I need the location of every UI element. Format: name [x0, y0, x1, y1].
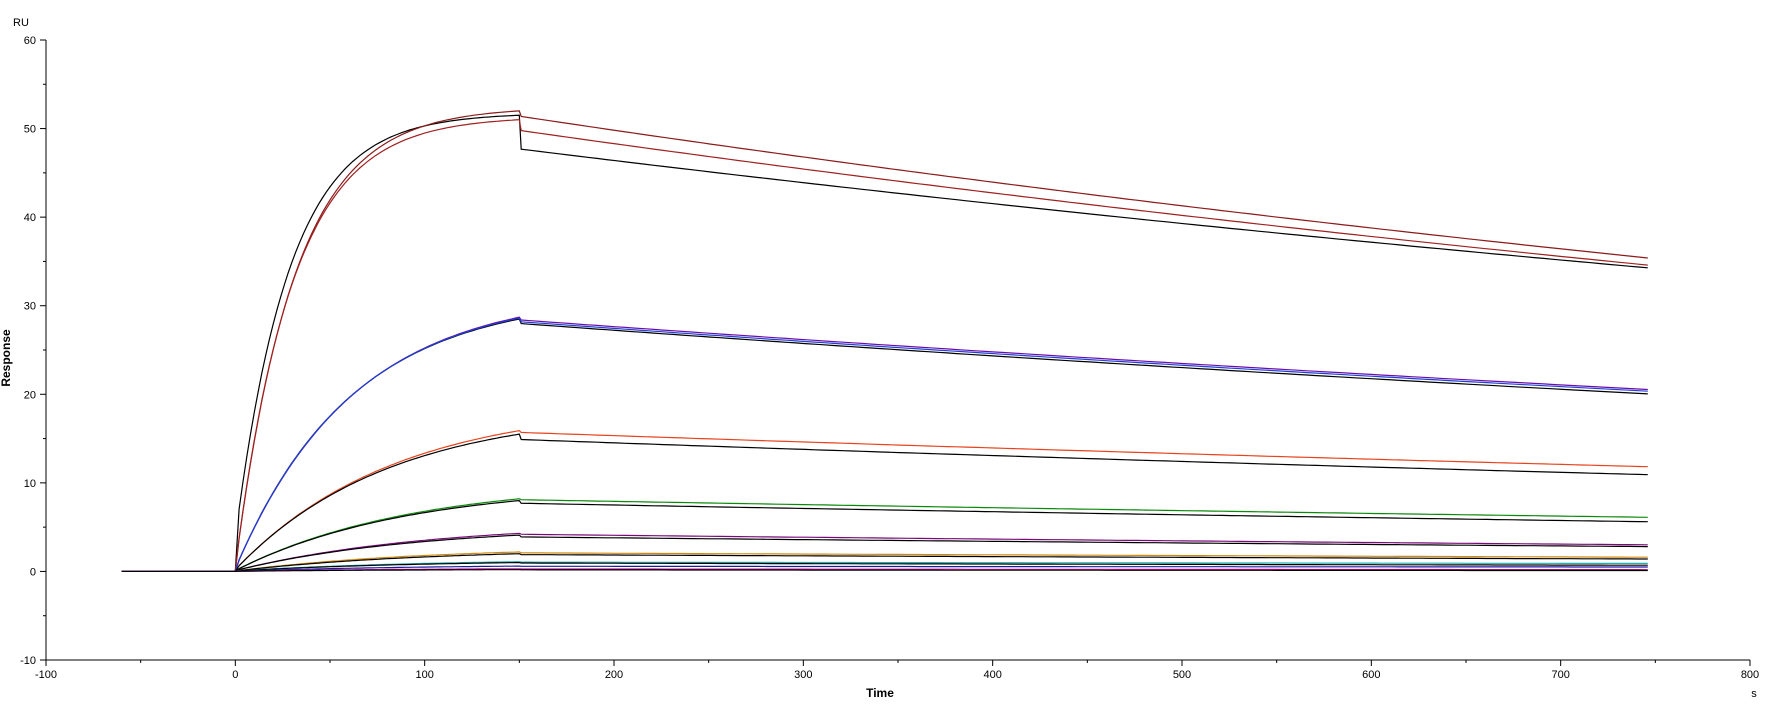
series-layer	[121, 110, 1648, 572]
y-tick-label: 0	[30, 566, 36, 578]
sensorgram-chart: -100 0 100 200 300 400 500 600 700 800-1001020304…	[0, 17, 1759, 700]
y-tick-label: 40	[24, 212, 36, 224]
x-tick-label: 100	[415, 669, 433, 681]
x-axis-title: Time	[866, 686, 894, 700]
x-tick-label: 300	[794, 669, 812, 681]
series-line-0	[121, 114, 1648, 572]
x-tick-label: 800	[1741, 669, 1759, 681]
y-tick-label: 50	[24, 124, 36, 136]
y-unit-label: RU	[13, 17, 29, 29]
x-tick-label: 500	[1173, 669, 1191, 681]
x-tick-label: -100	[35, 669, 57, 681]
x-tick-label: 200	[605, 669, 623, 681]
x-tick-label: 700	[1551, 669, 1569, 681]
y-tick-label: 20	[24, 389, 36, 401]
y-tick-label: 30	[24, 301, 36, 313]
x-unit-label: s	[1751, 688, 1757, 700]
series-line-18	[121, 569, 1648, 572]
x-tick-label: 0	[232, 669, 238, 681]
axes: -100 0 100 200 300 400 500 600 700 800-1001020304…	[20, 35, 1759, 681]
x-tick-label: 400	[983, 669, 1001, 681]
y-axis-title: Response	[0, 329, 13, 387]
series-line-7	[121, 433, 1648, 572]
y-tick-label: 10	[24, 478, 36, 490]
y-tick-label: 60	[24, 35, 36, 47]
x-tick-label: 600	[1362, 669, 1380, 681]
y-tick-label: -10	[20, 655, 36, 667]
series-line-2	[121, 119, 1648, 572]
